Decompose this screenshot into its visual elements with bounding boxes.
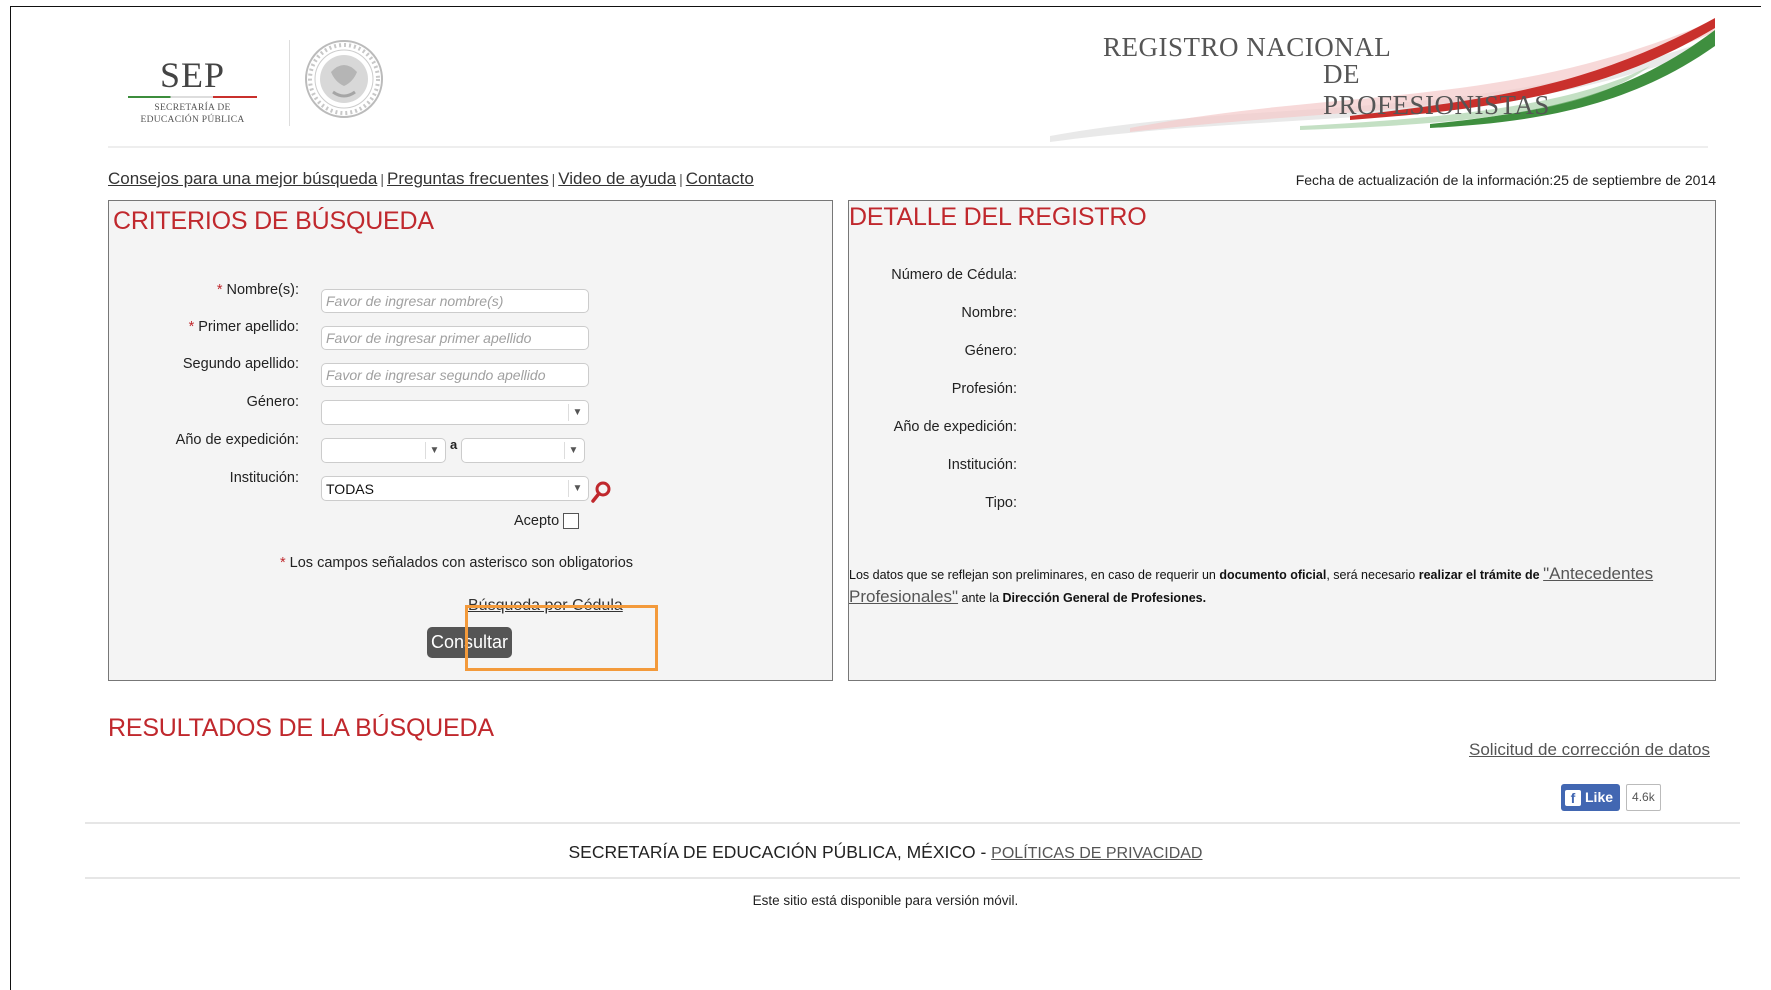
- site-title: REGISTRO NACIONAL DE PROFESIONISTAS: [1103, 32, 1583, 121]
- update-date: Fecha de actualización de la información…: [1295, 172, 1716, 188]
- chevron-down-icon: ▼: [568, 404, 586, 421]
- genero-select[interactable]: ▼: [321, 400, 589, 425]
- acepto-label: Acepto: [514, 513, 560, 529]
- disclaimer-text-2: , será necesario: [1326, 568, 1419, 582]
- nombre-label-text: Nombre(s):: [226, 282, 299, 298]
- sep-logo-subtitle-1: SECRETARÍA DE: [154, 103, 231, 113]
- footer-rule-bottom: [85, 877, 1740, 879]
- primer-apellido-label-text: Primer apellido:: [198, 319, 299, 335]
- required-mark: *: [216, 282, 223, 298]
- chevron-down-icon: ▼: [564, 442, 582, 459]
- nombre-input[interactable]: [321, 289, 589, 313]
- detail-label-anio: Año de expedición:: [893, 419, 1017, 435]
- genero-label: Género:: [246, 394, 299, 410]
- disclaimer-bold-2: realizar el trámite de: [1418, 568, 1540, 582]
- chevron-down-icon: ▼: [568, 480, 586, 497]
- institucion-label: Institución:: [229, 470, 299, 486]
- anio-from-select[interactable]: ▼: [321, 438, 446, 463]
- anio-to-select[interactable]: ▼: [461, 438, 585, 463]
- site-title-line-2: DE PROFESIONISTAS: [1323, 59, 1550, 120]
- required-mark: *: [188, 319, 195, 335]
- link-preguntas[interactable]: Preguntas frecuentes: [387, 169, 549, 188]
- required-note: * Los campos señalados con asterisco son …: [280, 555, 633, 571]
- primer-apellido-label: * Primer apellido:: [79, 319, 299, 335]
- highlight-box: [465, 605, 658, 671]
- detail-label-genero: Género:: [964, 343, 1017, 359]
- detail-label-tipo: Tipo:: [985, 495, 1017, 511]
- search-institution-icon[interactable]: [590, 480, 612, 504]
- link-separator: |: [551, 171, 556, 187]
- detail-label-cedula: Número de Cédula:: [891, 267, 1017, 283]
- detail-label-profesion: Profesión:: [951, 381, 1017, 397]
- header-rule: [108, 146, 1708, 148]
- sep-logo[interactable]: SEP SECRETARÍA DE EDUCACIÓN PÚBLICA: [120, 56, 265, 132]
- anio-range-separator: a: [450, 437, 458, 452]
- facebook-like-widget: f Like 4.6k: [1561, 784, 1661, 811]
- footer-text: SECRETARÍA DE EDUCACIÓN PÚBLICA, MÉXICO …: [568, 842, 992, 862]
- link-separator: |: [380, 171, 384, 187]
- facebook-like-label: Like: [1585, 789, 1614, 805]
- link-contacto[interactable]: Contacto: [686, 169, 754, 188]
- help-links: Consejos para una mejor búsqueda | Pregunt…: [108, 169, 754, 189]
- institucion-select-value: TODAS: [326, 481, 374, 497]
- footer: SECRETARÍA DE EDUCACIÓN PÚBLICA, MÉXICO …: [0, 842, 1771, 863]
- sep-logo-word: SEP: [159, 55, 226, 95]
- nombre-label: * Nombre(s):: [79, 282, 299, 298]
- segundo-apellido-input[interactable]: [321, 363, 589, 387]
- acepto-checkbox[interactable]: [563, 513, 579, 529]
- disclaimer-text-1: Los datos que se reflejan son preliminar…: [849, 568, 1220, 582]
- link-separator: |: [679, 171, 683, 187]
- disclaimer-bold-3: Dirección General de Profesiones.: [1002, 591, 1207, 605]
- disclaimer-text-3: ante la: [958, 591, 1003, 605]
- anio-label: Año de expedición:: [175, 432, 299, 448]
- sep-logo-line: [128, 96, 257, 98]
- facebook-like-button[interactable]: f Like: [1561, 784, 1621, 811]
- link-consejos[interactable]: Consejos para una mejor búsqueda: [108, 169, 377, 188]
- mobile-notice: Este sitio está disponible para versión …: [752, 893, 1019, 908]
- detail-label-institucion: Institución:: [947, 457, 1017, 473]
- detail-label-nombre: Nombre:: [961, 305, 1017, 321]
- facebook-icon: f: [1565, 789, 1581, 806]
- disclaimer-bold-1: documento oficial: [1219, 568, 1327, 582]
- sep-logo-subtitle-2: EDUCACIÓN PÚBLICA: [140, 115, 245, 125]
- required-note-text: Los campos señalados con asterisco son o…: [289, 555, 634, 571]
- header-divider: [289, 40, 290, 126]
- institucion-select[interactable]: TODAS ▼: [321, 476, 589, 501]
- search-title: CRITERIOS DE BÚSQUEDA: [113, 207, 434, 235]
- link-video[interactable]: Video de ayuda: [558, 169, 676, 188]
- disclaimer: Los datos que se reflejan son preliminar…: [849, 563, 1714, 609]
- facebook-like-count: 4.6k: [1626, 784, 1661, 811]
- footer-rule-top: [85, 822, 1740, 824]
- chevron-down-icon: ▼: [425, 442, 443, 459]
- required-mark: *: [280, 555, 286, 571]
- segundo-apellido-label: Segundo apellido:: [182, 356, 299, 372]
- privacy-link[interactable]: POLÍTICAS DE PRIVACIDAD: [991, 845, 1202, 862]
- results-title: RESULTADOS DE LA BÚSQUEDA: [108, 714, 494, 742]
- primer-apellido-input[interactable]: [321, 326, 589, 350]
- detail-title: DETALLE DEL REGISTRO: [849, 203, 1147, 231]
- correction-link[interactable]: Solicitud de corrección de datos: [1469, 740, 1710, 760]
- national-seal-icon: [303, 30, 385, 128]
